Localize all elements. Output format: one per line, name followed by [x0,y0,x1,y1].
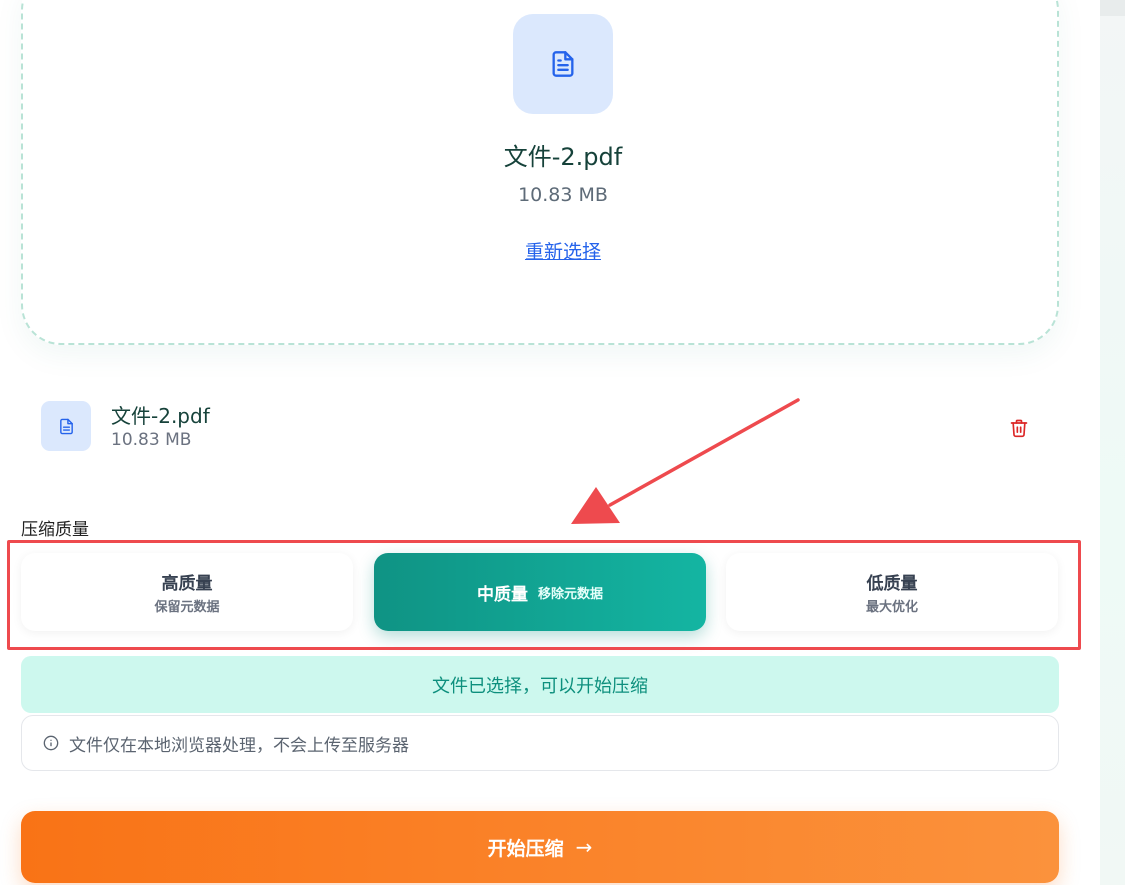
quality-option-subtitle: 移除元数据 [537,586,603,602]
selected-file-name: 文件-2.pdf [111,404,210,428]
file-text-icon [59,418,73,434]
trash-icon [1010,419,1028,438]
quality-option-high[interactable]: 高质量 保留元数据 [21,553,353,631]
quality-options: 高质量 保留元数据 中质量 移除元数据 低质量 最大优化 [21,553,1059,631]
quality-option-title: 中质量 [476,584,528,605]
upload-file-size: 10.83 MB [518,184,608,206]
start-compress-button[interactable]: 开始压缩 → [21,811,1059,883]
privacy-notice: 文件仅在本地浏览器处理，不会上传至服务器 [21,715,1059,771]
row-file-icon-tile [41,401,91,451]
quality-option-low[interactable]: 低质量 最大优化 [726,553,1058,631]
right-scroll-area [1100,0,1125,885]
quality-option-title: 高质量 [161,574,213,594]
file-icon-tile [513,14,613,114]
quality-section-label: 压缩质量 [21,520,89,540]
info-icon [43,735,59,751]
quality-option-medium[interactable]: 中质量 移除元数据 [374,553,706,631]
quality-option-title: 低质量 [866,574,918,594]
quality-option-subtitle: 最大优化 [865,600,918,615]
file-text-icon [552,51,574,77]
upload-file-name: 文件-2.pdf [503,143,623,171]
reselect-link[interactable]: 重新选择 [23,237,1103,264]
selected-file-size: 10.83 MB [111,430,192,450]
delete-file-button[interactable] [1008,417,1030,439]
selected-file-row: 文件-2.pdf 10.83 MB [21,380,1059,470]
start-compress-label: 开始压缩 [487,837,564,860]
page: 文件-2.pdf 10.83 MB 重新选择 文件-2.pdf 10.83 MB… [0,0,1125,885]
quality-option-subtitle: 保留元数据 [154,600,220,615]
arrow-right-icon: → [575,835,593,859]
status-message: 文件已选择，可以开始压缩 [21,656,1059,713]
upload-dropzone[interactable]: 文件-2.pdf 10.83 MB 重新选择 [21,0,1059,345]
privacy-notice-text: 文件仅在本地浏览器处理，不会上传至服务器 [69,735,409,756]
